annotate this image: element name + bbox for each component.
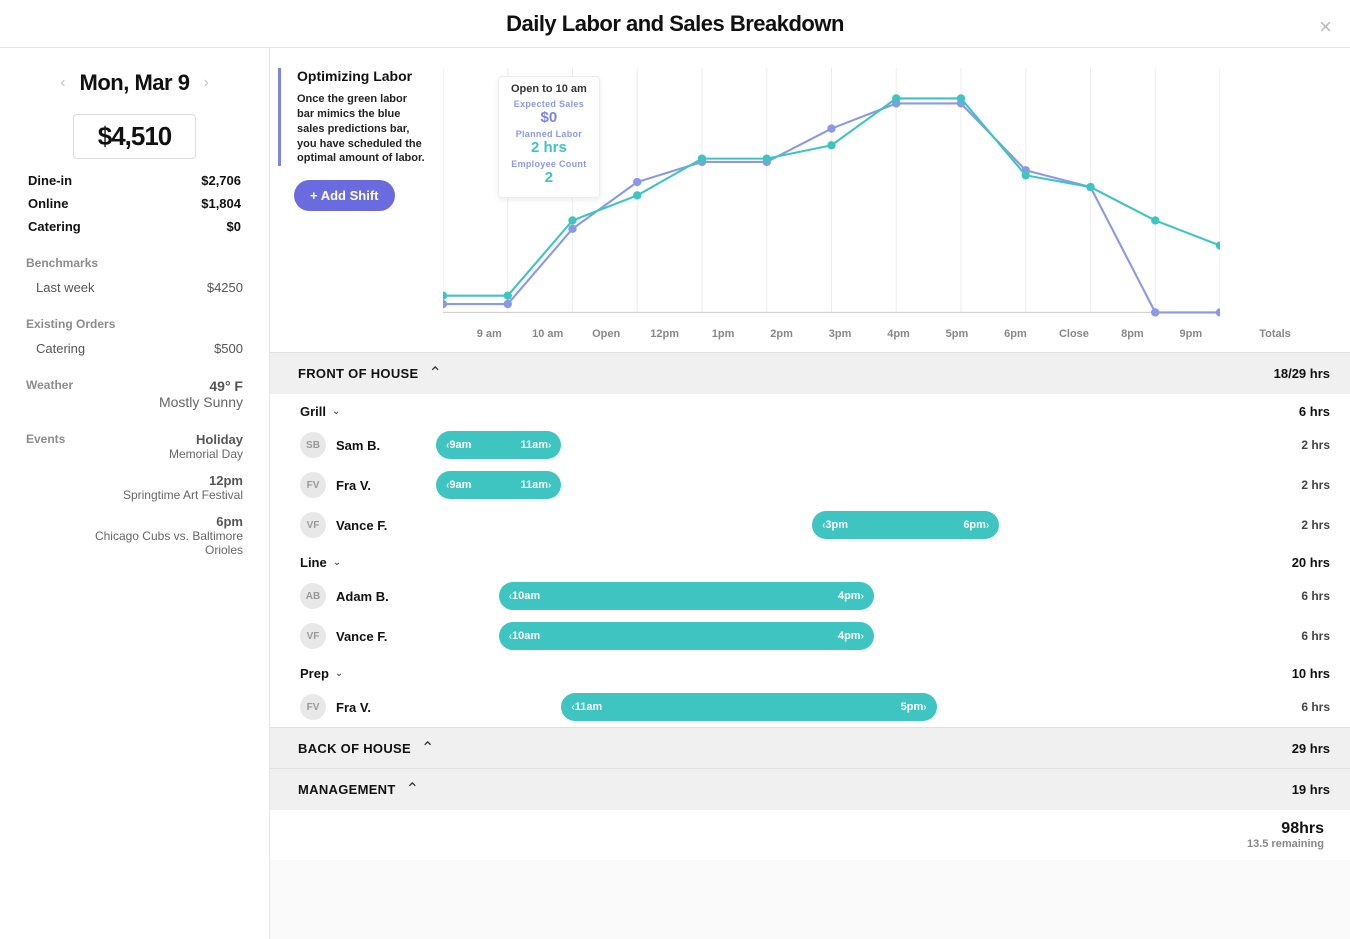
- weather-heading: Weather: [26, 378, 73, 410]
- employee-name: Fra V.: [336, 478, 436, 493]
- weather-cond: Mostly Sunny: [159, 394, 243, 410]
- benchmark-row: Last week$4250: [26, 280, 243, 295]
- role-header[interactable]: Prep⌄10 hrs: [270, 656, 1350, 687]
- chevron-right-icon: ›: [923, 702, 926, 713]
- chevron-up-icon: ⌃: [421, 738, 434, 758]
- close-icon[interactable]: ×: [1319, 14, 1332, 40]
- chevron-left-icon: ‹: [446, 440, 449, 451]
- x-tick: 9pm: [1162, 328, 1220, 340]
- chevron-up-icon: ⌃: [406, 779, 419, 799]
- date-label: Mon, Mar 9: [80, 70, 190, 96]
- employee-row: AB Adam B. ‹10am4pm› 6 hrs: [270, 576, 1350, 616]
- x-tick: 12pm: [635, 328, 693, 340]
- add-shift-button[interactable]: + Add Shift: [294, 180, 395, 211]
- employee-row: FV Fra V.‹9am11am› 2 hrs: [270, 465, 1350, 505]
- chevron-down-icon: ⌄: [333, 557, 341, 568]
- chevron-up-icon: ⌃: [428, 363, 441, 383]
- avatar: SB: [300, 432, 326, 458]
- breakdown-row: Dine-in$2,706: [26, 173, 243, 188]
- breakdown-row: Catering$0: [26, 219, 243, 234]
- event-item: 12pmSpringtime Art Festival: [65, 473, 243, 502]
- chart-tooltip: Open to 10 am Expected Sales $0 Planned …: [498, 76, 600, 198]
- employee-row: FV Fra V. ‹11am5pm› 6 hrs: [270, 687, 1350, 727]
- existing-orders-heading: Existing Orders: [26, 317, 243, 331]
- optimize-panel: Optimizing Labor Once the green labor ba…: [278, 68, 443, 166]
- chevron-left-icon: ‹: [509, 591, 512, 602]
- next-day-button[interactable]: ›: [203, 74, 208, 92]
- employee-name: Vance F.: [336, 518, 436, 533]
- shift-bar[interactable]: ‹10am4pm›: [499, 622, 874, 650]
- x-tick: 8pm: [1103, 328, 1161, 340]
- shift-hours: 2 hrs: [1250, 518, 1330, 532]
- employee-row: VF Vance F. ‹3pm6pm› 2 hrs: [270, 505, 1350, 545]
- shift-hours: 6 hrs: [1250, 700, 1330, 714]
- x-tick: 6pm: [986, 328, 1044, 340]
- event-item: HolidayMemorial Day: [65, 432, 243, 461]
- x-tick: 9 am: [460, 328, 518, 340]
- footer-totals: 98hrs 13.5 remaining: [270, 809, 1350, 860]
- shift-hours: 2 hrs: [1250, 478, 1330, 492]
- weather-temp: 49° F: [159, 378, 243, 394]
- shift-hours: 2 hrs: [1250, 438, 1330, 452]
- chevron-right-icon: ›: [548, 440, 551, 451]
- x-tick: 10 am: [518, 328, 576, 340]
- x-tick: 4pm: [869, 328, 927, 340]
- x-tick: 5pm: [928, 328, 986, 340]
- benchmarks-heading: Benchmarks: [26, 256, 243, 270]
- labor-chart: Open to 10 am Expected Sales $0 Planned …: [443, 68, 1220, 328]
- chevron-left-icon: ‹: [446, 480, 449, 491]
- chevron-right-icon: ›: [861, 631, 864, 642]
- x-tick: 1pm: [694, 328, 752, 340]
- avatar: VF: [300, 623, 326, 649]
- prev-day-button[interactable]: ‹: [60, 74, 65, 92]
- x-tick: 3pm: [811, 328, 869, 340]
- shift-bar[interactable]: ‹9am11am›: [436, 471, 561, 499]
- chevron-left-icon: ‹: [571, 702, 574, 713]
- event-item: 6pmChicago Cubs vs. Baltimore Orioles: [65, 514, 243, 557]
- page-title: Daily Labor and Sales Breakdown: [506, 11, 844, 37]
- employee-name: Sam B.: [336, 438, 436, 453]
- chevron-right-icon: ›: [861, 591, 864, 602]
- section-header[interactable]: BACK OF HOUSE⌃29 hrs: [270, 727, 1350, 768]
- existing-order-row: Catering$500: [26, 341, 243, 356]
- x-tick: 2pm: [752, 328, 810, 340]
- shift-hours: 6 hrs: [1250, 629, 1330, 643]
- shift-bar[interactable]: ‹11am5pm›: [561, 693, 936, 721]
- events-heading: Events: [26, 432, 65, 569]
- section-header[interactable]: MANAGEMENT⌃19 hrs: [270, 768, 1350, 809]
- avatar: AB: [300, 583, 326, 609]
- employee-name: Adam B.: [336, 589, 436, 604]
- daily-total: $4,510: [73, 114, 197, 159]
- x-tick: Close: [1045, 328, 1103, 340]
- main-content: Optimizing Labor Once the green labor ba…: [270, 48, 1350, 939]
- shift-bar[interactable]: ‹10am4pm›: [499, 582, 874, 610]
- chevron-left-icon: ‹: [509, 631, 512, 642]
- avatar: FV: [300, 694, 326, 720]
- avatar: VF: [300, 512, 326, 538]
- chevron-down-icon: ⌄: [332, 406, 340, 417]
- avatar: FV: [300, 472, 326, 498]
- shift-hours: 6 hrs: [1250, 589, 1330, 603]
- breakdown-row: Online$1,804: [26, 196, 243, 211]
- employee-name: Fra V.: [336, 700, 436, 715]
- header: Daily Labor and Sales Breakdown ×: [0, 0, 1350, 48]
- x-tick: Open: [577, 328, 635, 340]
- chevron-left-icon: ‹: [822, 520, 825, 531]
- chevron-down-icon: ⌄: [335, 668, 343, 679]
- employee-row: VF Vance F. ‹10am4pm› 6 hrs: [270, 616, 1350, 656]
- role-header[interactable]: Line⌄20 hrs: [270, 545, 1350, 576]
- shift-bar[interactable]: ‹3pm6pm›: [812, 511, 999, 539]
- employee-name: Vance F.: [336, 629, 436, 644]
- shift-bar[interactable]: ‹9am11am›: [436, 431, 561, 459]
- totals-column-label: Totals: [1220, 328, 1330, 352]
- role-header[interactable]: Grill⌄6 hrs: [270, 394, 1350, 425]
- chevron-right-icon: ›: [548, 480, 551, 491]
- employee-row: SB Sam B.‹9am11am› 2 hrs: [270, 425, 1350, 465]
- chevron-right-icon: ›: [986, 520, 989, 531]
- section-header[interactable]: FRONT OF HOUSE⌃18/29 hrs: [270, 352, 1350, 393]
- sidebar: ‹ Mon, Mar 9 › $4,510 Dine-in$2,706 Onlin…: [0, 48, 270, 939]
